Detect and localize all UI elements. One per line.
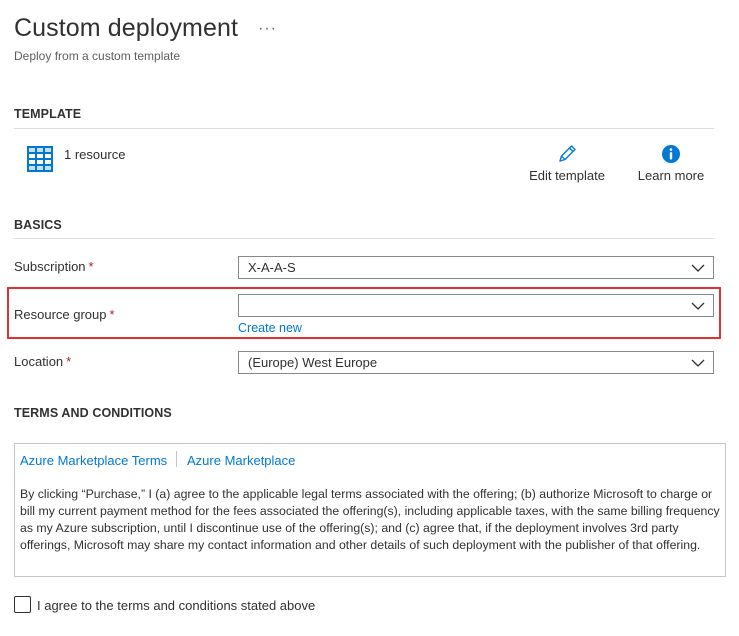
agree-terms-label[interactable]: I agree to the terms and conditions stat… <box>37 598 315 613</box>
page-title: Custom deployment <box>14 14 239 42</box>
resource-group-label: Resource group * <box>14 307 115 322</box>
resource-group-select[interactable] <box>238 294 714 317</box>
location-select[interactable]: (Europe) West Europe <box>238 351 714 374</box>
info-icon <box>662 145 680 163</box>
page-subtitle: Deploy from a custom template <box>14 49 181 63</box>
location-label-text: Location <box>14 354 64 369</box>
required-marker: * <box>88 259 94 274</box>
template-resource-count: 1 resource <box>64 147 126 162</box>
azure-marketplace-terms-link[interactable]: Azure Marketplace Terms <box>20 453 167 468</box>
edit-template-label: Edit template <box>529 168 605 183</box>
chevron-down-icon <box>691 359 705 367</box>
terms-link-separator <box>176 451 177 467</box>
chevron-down-icon <box>691 302 705 310</box>
terms-section-heading: TERMS AND CONDITIONS <box>14 406 172 420</box>
subscription-select[interactable]: X-A-A-S <box>238 256 714 279</box>
basics-divider <box>14 238 714 239</box>
template-divider <box>14 128 714 129</box>
subscription-label-text: Subscription <box>14 259 86 274</box>
learn-more-label: Learn more <box>637 168 705 183</box>
pencil-icon <box>559 145 576 162</box>
template-section-heading: TEMPLATE <box>14 107 82 121</box>
required-marker: * <box>109 307 115 322</box>
edit-template-button[interactable]: Edit template <box>528 144 606 183</box>
basics-section-heading: BASICS <box>14 218 62 232</box>
required-marker: * <box>66 354 72 369</box>
agree-terms-checkbox[interactable] <box>14 596 31 613</box>
resource-group-label-text: Resource group <box>14 307 107 322</box>
more-options-button[interactable]: ··· <box>258 20 277 38</box>
learn-more-button[interactable]: Learn more <box>636 144 706 183</box>
subscription-label: Subscription * <box>14 259 94 274</box>
chevron-down-icon <box>691 264 705 272</box>
location-label: Location * <box>14 354 71 369</box>
location-value: (Europe) West Europe <box>248 355 378 370</box>
template-grid-icon <box>27 146 53 172</box>
create-new-resource-group-link[interactable]: Create new <box>238 321 302 335</box>
subscription-value: X-A-A-S <box>248 260 296 275</box>
terms-body-text: By clicking “Purchase,” I (a) agree to t… <box>20 487 720 552</box>
azure-marketplace-link[interactable]: Azure Marketplace <box>187 453 295 468</box>
